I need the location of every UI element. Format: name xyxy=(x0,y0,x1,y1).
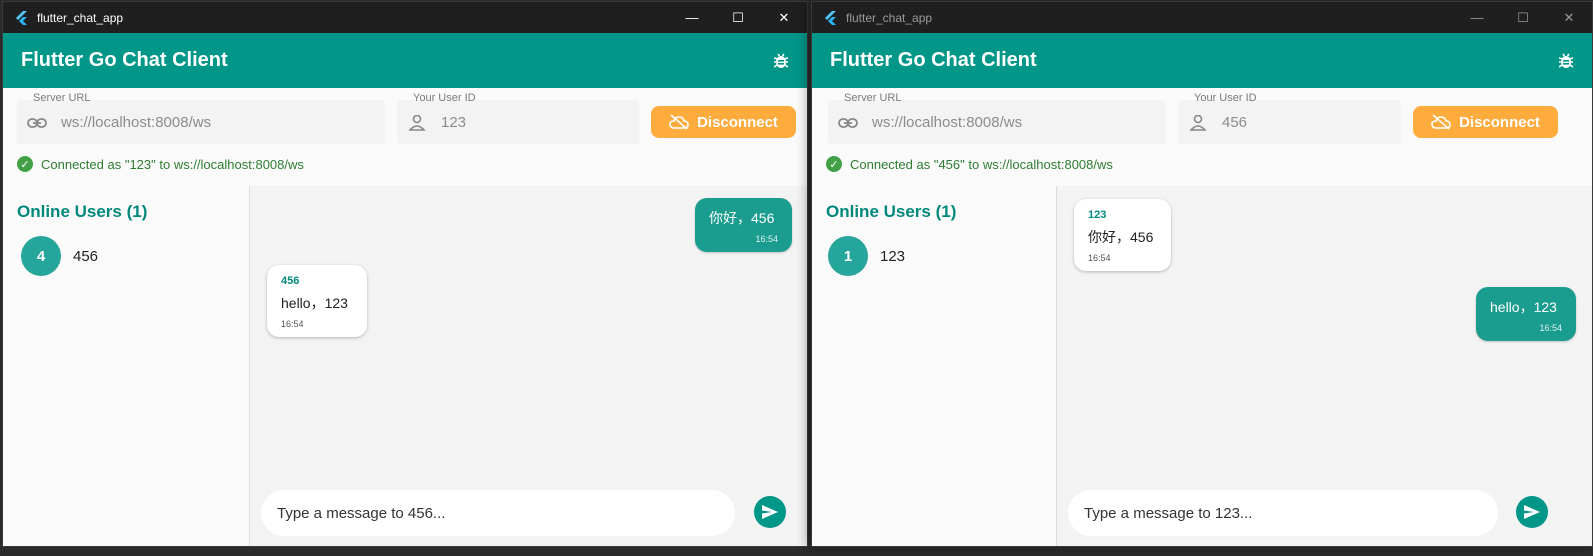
title-bar: flutter_chat_app — ☐ ✕ xyxy=(812,2,1592,33)
server-url-input[interactable]: ws://localhost:8008/ws xyxy=(61,114,211,131)
connection-status: ✓ Connected as "123" to ws://localhost:8… xyxy=(17,156,304,172)
app-bar: Flutter Go Chat Client xyxy=(812,33,1592,88)
online-users-panel: Online Users (1) 4 456 xyxy=(3,186,250,546)
app-title: Flutter Go Chat Client xyxy=(830,49,1037,71)
window-user-456: flutter_chat_app — ☐ ✕ Flutter Go Chat C… xyxy=(811,1,1593,547)
server-url-input[interactable]: ws://localhost:8008/ws xyxy=(872,114,1022,131)
user-id-field[interactable]: Your User ID 456 xyxy=(1178,92,1401,144)
chat-panel: 123 你好，456 16:54 hello，123 16:54 Type a … xyxy=(1058,186,1592,546)
person-icon xyxy=(408,115,426,131)
close-icon[interactable]: ✕ xyxy=(761,2,807,33)
disconnect-button[interactable]: Disconnect xyxy=(651,106,796,138)
main-area: Online Users (1) 4 456 你好，456 16:54 456 … xyxy=(3,186,807,546)
person-icon xyxy=(1189,115,1207,131)
server-url-field[interactable]: Server URL ws://localhost:8008/ws xyxy=(828,92,1166,144)
window-title: flutter_chat_app xyxy=(846,10,933,25)
check-circle-icon: ✓ xyxy=(17,156,33,172)
chat-panel: 你好，456 16:54 456 hello，123 16:54 Type a … xyxy=(251,186,807,546)
status-text: Connected as "456" to ws://localhost:800… xyxy=(850,156,1113,172)
user-name: 123 xyxy=(880,247,906,265)
maximize-icon[interactable]: ☐ xyxy=(715,2,761,33)
window-title: flutter_chat_app xyxy=(37,10,124,25)
server-url-field[interactable]: Server URL ws://localhost:8008/ws xyxy=(17,92,385,144)
message-bubble-received: 456 hello，123 16:54 xyxy=(267,265,367,337)
minimize-icon[interactable]: — xyxy=(1454,2,1500,33)
user-name: 456 xyxy=(73,247,99,265)
disconnect-button[interactable]: Disconnect xyxy=(1413,106,1558,138)
message-input[interactable]: Type a message to 123... xyxy=(1068,490,1498,536)
maximize-icon[interactable]: ☐ xyxy=(1500,2,1546,33)
bug-icon[interactable] xyxy=(771,51,791,71)
user-list-item[interactable]: 4 456 xyxy=(21,236,98,276)
app-title: Flutter Go Chat Client xyxy=(21,49,228,71)
user-id-input[interactable]: 123 xyxy=(441,114,466,131)
user-list-item[interactable]: 1 123 xyxy=(828,236,905,276)
message-sender: 456 xyxy=(281,275,300,287)
message-text: 你好，456 xyxy=(1088,229,1154,245)
message-text: 你好，456 xyxy=(709,210,775,226)
check-circle-icon: ✓ xyxy=(826,156,842,172)
message-bubble-received: 123 你好，456 16:54 xyxy=(1074,199,1171,271)
cloud-off-icon xyxy=(669,114,689,130)
avatar: 1 xyxy=(828,236,868,276)
flutter-logo-icon xyxy=(16,10,27,25)
minimize-icon[interactable]: — xyxy=(669,2,715,33)
user-id-label: Your User ID xyxy=(413,92,476,104)
link-icon xyxy=(838,118,858,128)
server-url-label: Server URL xyxy=(844,92,902,104)
send-button[interactable] xyxy=(754,496,786,528)
title-bar: flutter_chat_app — ☐ ✕ xyxy=(3,2,807,33)
cloud-off-icon xyxy=(1431,114,1451,130)
message-bubble-sent: 你好，456 16:54 xyxy=(695,198,792,252)
message-time: 16:54 xyxy=(1088,253,1111,263)
message-text: hello，123 xyxy=(281,295,348,311)
send-icon xyxy=(762,505,778,519)
status-text: Connected as "123" to ws://localhost:800… xyxy=(41,156,304,172)
message-time: 16:54 xyxy=(1539,323,1562,333)
user-id-input[interactable]: 456 xyxy=(1222,114,1247,131)
flutter-logo-icon xyxy=(825,10,836,25)
avatar: 4 xyxy=(21,236,61,276)
main-area: Online Users (1) 1 123 123 你好，456 16:54 … xyxy=(812,186,1592,546)
message-bubble-sent: hello，123 16:54 xyxy=(1476,287,1576,341)
user-id-field[interactable]: Your User ID 123 xyxy=(397,92,639,144)
message-time: 16:54 xyxy=(281,319,304,329)
message-time: 16:54 xyxy=(755,234,778,244)
online-users-panel: Online Users (1) 1 123 xyxy=(812,186,1057,546)
send-icon xyxy=(1524,505,1540,519)
app-bar: Flutter Go Chat Client xyxy=(3,33,807,88)
online-users-header: Online Users (1) xyxy=(826,202,957,221)
send-button[interactable] xyxy=(1516,496,1548,528)
user-id-label: Your User ID xyxy=(1194,92,1257,104)
server-url-label: Server URL xyxy=(33,92,91,104)
message-input[interactable]: Type a message to 456... xyxy=(261,490,735,536)
bug-icon[interactable] xyxy=(1556,51,1576,71)
online-users-header: Online Users (1) xyxy=(17,202,148,221)
disconnect-label: Disconnect xyxy=(697,113,778,131)
message-text: hello，123 xyxy=(1490,299,1557,315)
message-sender: 123 xyxy=(1088,209,1107,221)
close-icon[interactable]: ✕ xyxy=(1546,2,1592,33)
link-icon xyxy=(27,118,47,128)
disconnect-label: Disconnect xyxy=(1459,113,1540,131)
window-user-123: flutter_chat_app — ☐ ✕ Flutter Go Chat C… xyxy=(2,1,808,547)
connection-panel: Server URL ws://localhost:8008/ws Your U… xyxy=(812,88,1592,186)
connection-panel: Server URL ws://localhost:8008/ws Your U… xyxy=(3,88,807,186)
connection-status: ✓ Connected as "456" to ws://localhost:8… xyxy=(826,156,1113,172)
